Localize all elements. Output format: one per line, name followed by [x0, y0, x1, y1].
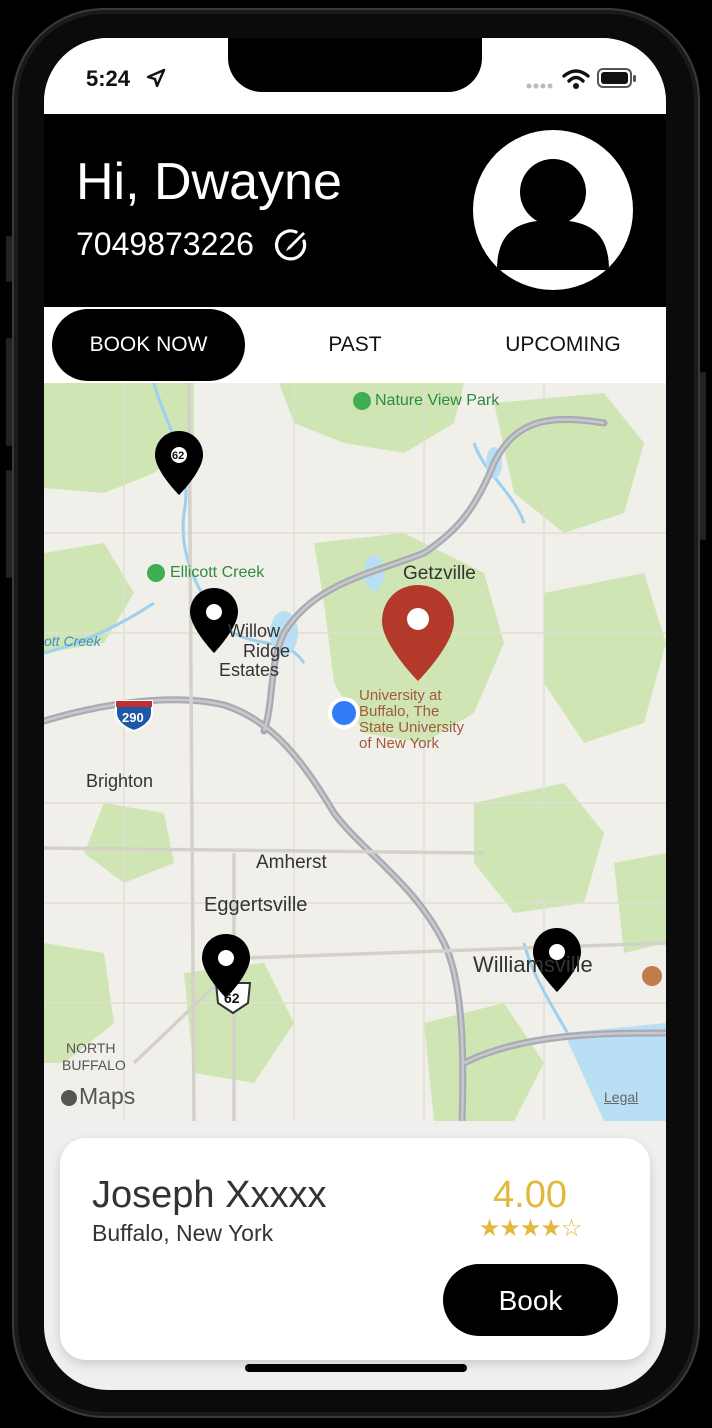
profile-header: Hi, Dwayne 7049873226	[44, 114, 666, 307]
phone-number: 7049873226	[76, 226, 254, 262]
map-label-creek: ott Creek	[44, 633, 101, 649]
home-indicator[interactable]	[245, 1364, 467, 1372]
map-label-brighton: Brighton	[86, 771, 154, 791]
user-location-dot	[328, 697, 360, 729]
side-button	[6, 338, 12, 446]
map-label-willow: Willow	[228, 621, 280, 641]
tab-bar: BOOK NOW PAST UPCOMING	[44, 307, 666, 383]
side-button	[700, 372, 706, 540]
book-button[interactable]: Book	[443, 1264, 618, 1336]
map-label-university: State University	[359, 719, 465, 736]
route-62-shield: 62	[172, 450, 185, 462]
side-button	[6, 236, 12, 282]
provider-location: Buffalo, New York	[92, 1220, 274, 1246]
app-screen: 5:24 Hi, Dwayne 7049873226 BOOK NOW PAST…	[44, 38, 666, 1390]
avatar[interactable]	[473, 130, 633, 290]
map-label-estates: Estates	[219, 660, 280, 680]
provider-card: Joseph Xxxxx Buffalo, New York 4.00 ★★★★…	[60, 1138, 650, 1360]
battery-icon	[597, 68, 637, 93]
map-label-williamsville: Williamsville	[473, 952, 593, 977]
status-time: 5:24	[86, 66, 131, 91]
notch	[228, 38, 482, 92]
map-label-ellicott: Ellicott Creek	[170, 564, 265, 581]
wifi-icon	[562, 68, 590, 95]
star-rating-icons: ★★★★☆	[478, 1215, 583, 1242]
provider-rating: 4.00	[493, 1174, 567, 1216]
map-label-north-buffalo: BUFFALO	[62, 1057, 126, 1073]
map-label-eggertsville: Eggertsville	[204, 894, 308, 916]
edit-icon[interactable]	[274, 228, 308, 267]
tab-upcoming[interactable]: UPCOMING	[484, 307, 642, 383]
map-label-ridge: Ridge	[243, 641, 291, 661]
map-background	[44, 383, 666, 1121]
map-label-amherst: Amherst	[256, 852, 327, 873]
side-button	[6, 470, 12, 578]
legal-link[interactable]: Legal	[604, 1089, 638, 1105]
route-62-shield: 62	[224, 990, 240, 1006]
map-label-north-buffalo: NORTH	[66, 1040, 116, 1056]
provider-name: Joseph Xxxxx	[92, 1174, 327, 1216]
apple-maps-logo: Maps	[79, 1083, 136, 1109]
tab-book-now[interactable]: BOOK NOW	[52, 309, 245, 381]
status-bar: 5:24	[44, 38, 666, 114]
map-label-university: University at	[359, 687, 442, 704]
tab-past[interactable]: PAST	[284, 307, 426, 383]
cellular-signal-icon	[526, 78, 554, 96]
map-label-park: Nature View Park	[375, 392, 500, 409]
greeting: Hi, Dwayne	[76, 153, 342, 211]
interstate-290-shield: 290	[122, 710, 144, 725]
map-label-university: of New York	[359, 735, 440, 752]
map-label-university: Buffalo, The	[359, 703, 440, 720]
map-view[interactable]: Nature View Park Ellicott Creek ott Cree…	[44, 383, 666, 1121]
map-label-getzville: Getzville	[403, 563, 476, 584]
location-arrow-icon	[146, 68, 166, 93]
